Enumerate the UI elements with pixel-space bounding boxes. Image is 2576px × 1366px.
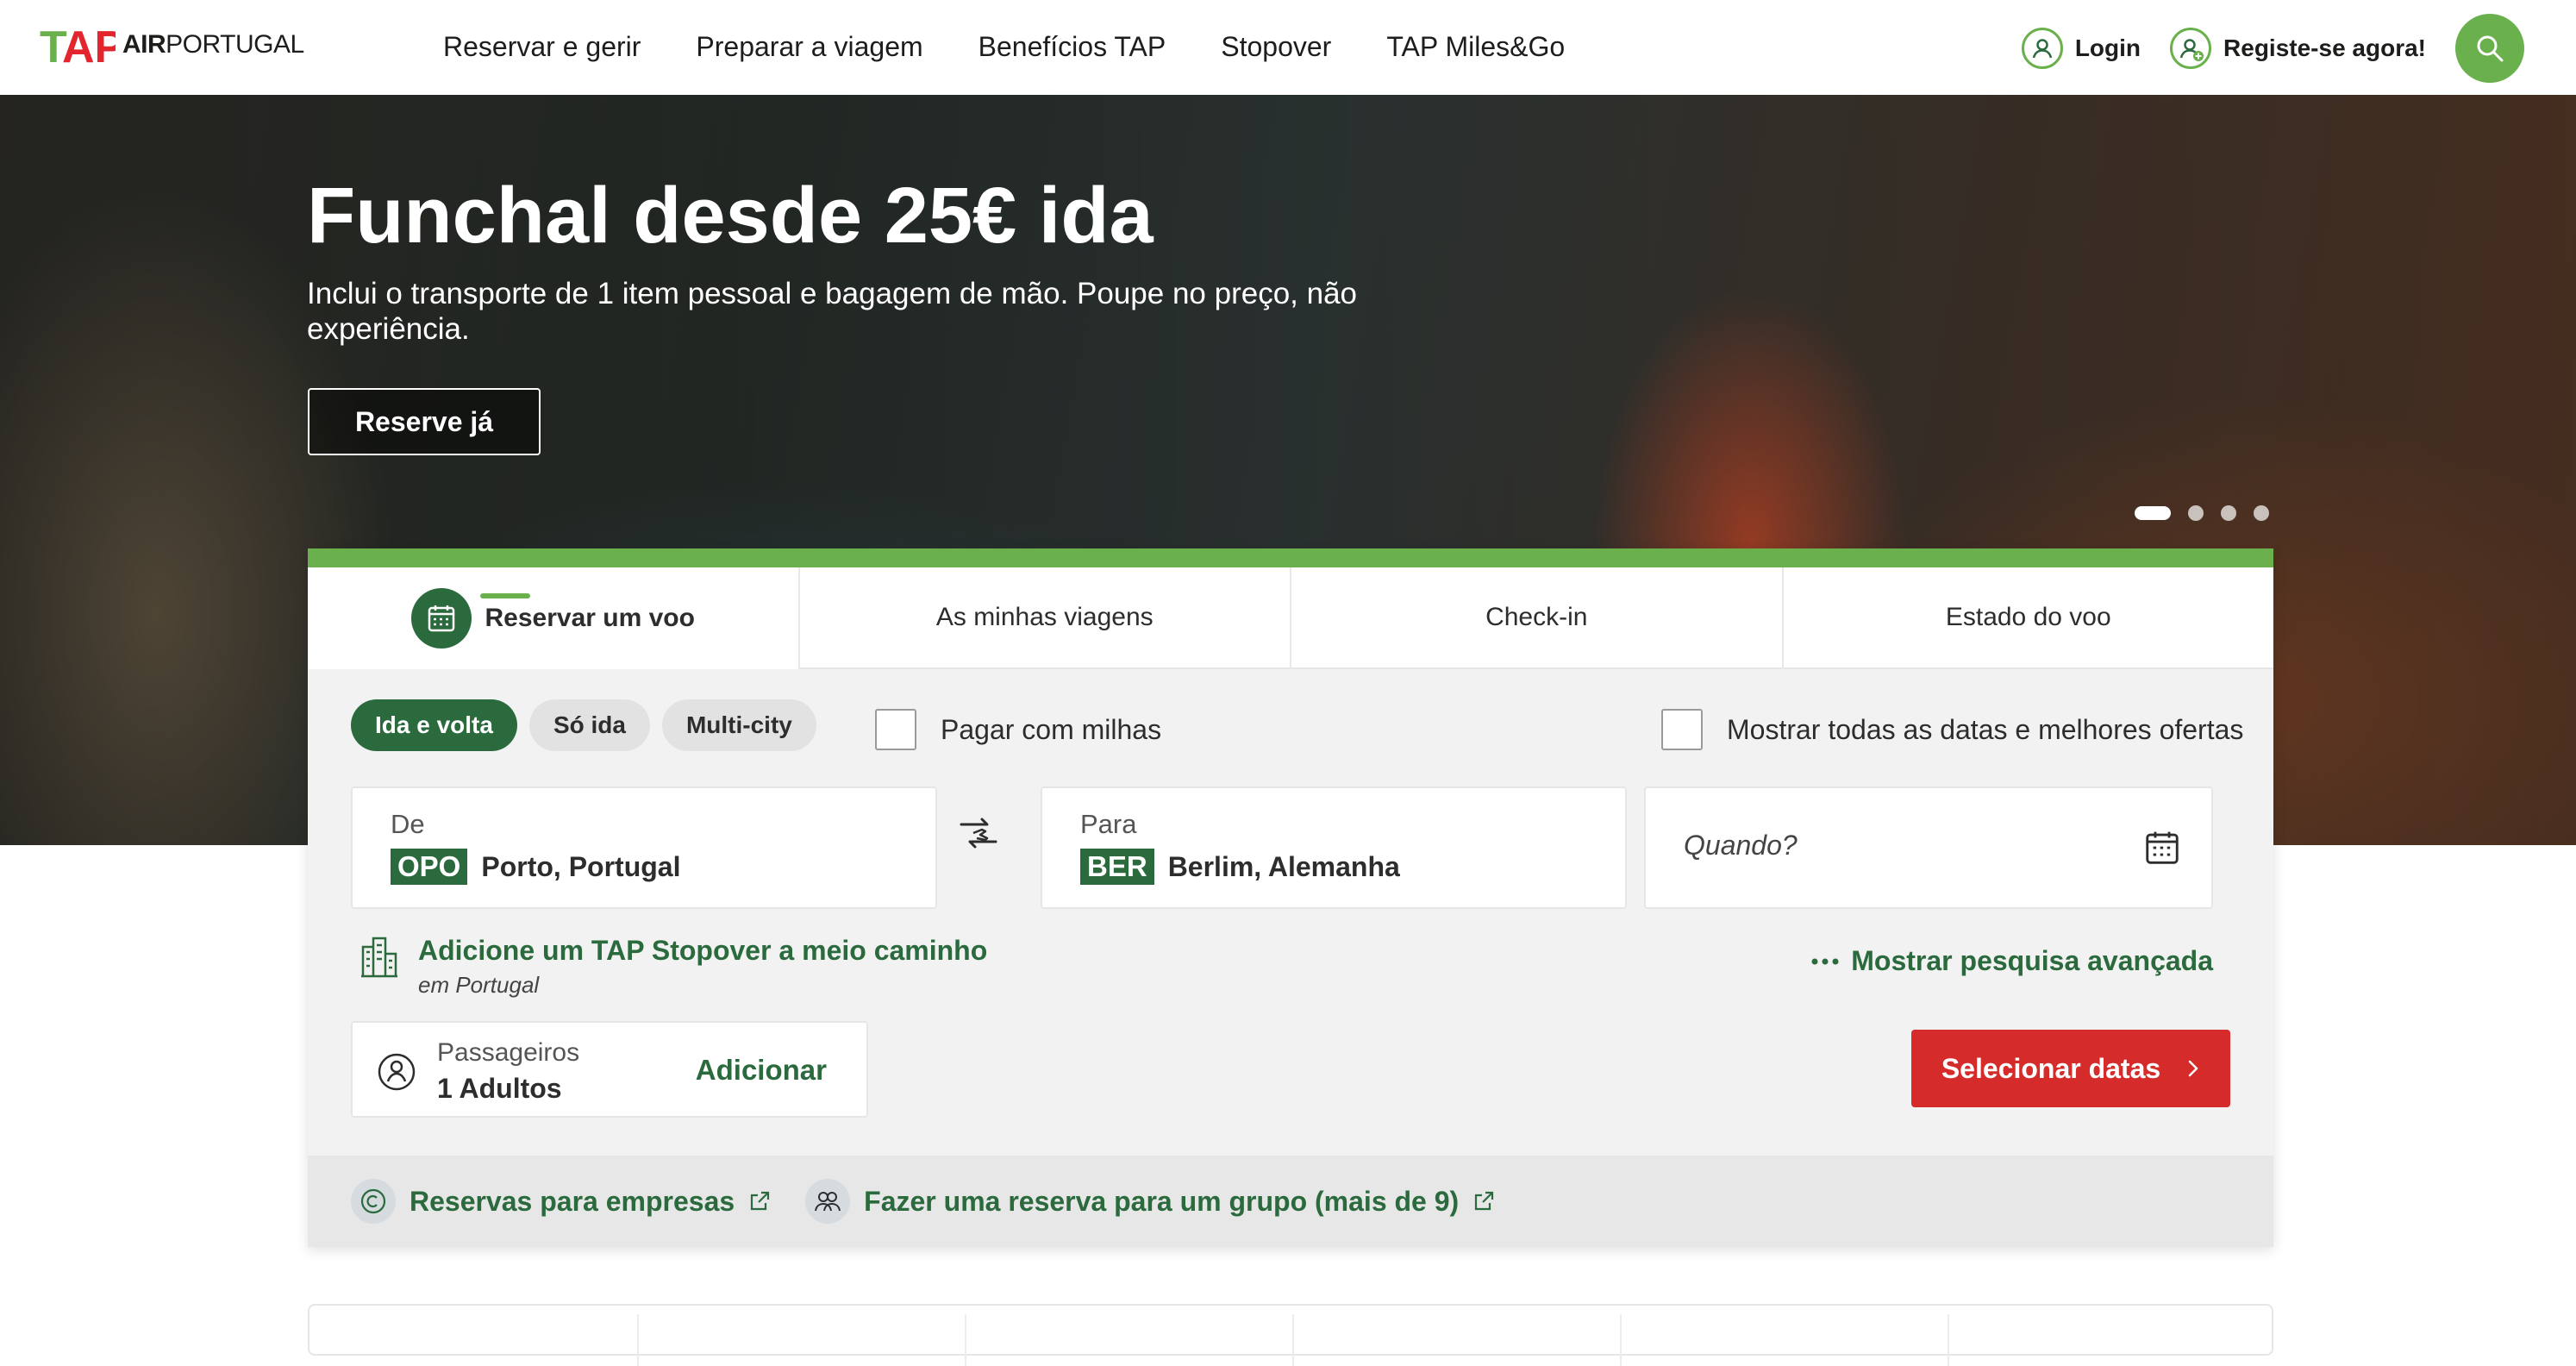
group-booking-label: Fazer uma reserva para um grupo (mais de… <box>864 1185 1460 1217</box>
logo-mark-ap: AP <box>62 22 116 67</box>
passengers-field[interactable]: Passageiros 1 Adultos Adicionar <box>351 1021 868 1118</box>
panel-divider <box>1620 1314 1622 1366</box>
passengers-label: Passageiros <box>437 1038 580 1067</box>
copyright-circle-icon <box>351 1179 396 1224</box>
advanced-search-link[interactable]: Mostrar pesquisa avançada <box>1811 945 2213 977</box>
booking-tabs: Reservar um voo As minhas viagens Check-… <box>308 567 2273 669</box>
site-header: T AP AIRPORTUGAL Reservar e gerir Prepar… <box>0 0 2576 95</box>
nav-item-stopover[interactable]: Stopover <box>1221 24 1331 69</box>
pay-with-miles-label: Pagar com milhas <box>941 713 1162 745</box>
add-stopover-link[interactable]: Adicione um TAP Stopover a meio caminho … <box>360 935 987 999</box>
group-icon <box>805 1179 851 1224</box>
passenger-icon <box>378 1053 416 1091</box>
destination-field[interactable]: Para BER Berlim, Alemanha <box>1041 786 1627 909</box>
search-button[interactable] <box>2455 14 2524 83</box>
search-icon <box>2477 35 2504 62</box>
carousel-dot-4[interactable] <box>2254 505 2269 521</box>
chevron-right-icon <box>2188 1060 2198 1077</box>
booking-footer: Reservas para empresas Fazer uma reserva… <box>308 1156 2273 1247</box>
tab-estado-do-voo[interactable]: Estado do voo <box>1781 567 2273 669</box>
tab-check-in[interactable]: Check-in <box>1290 567 1782 669</box>
tab-label: Reservar um voo <box>485 604 695 632</box>
swap-plane-icon <box>960 818 997 849</box>
active-tab-indicator <box>480 593 530 598</box>
corporate-bookings-link[interactable]: Reservas para empresas <box>351 1179 771 1224</box>
stopover-title: Adicione um TAP Stopover a meio caminho <box>418 935 988 966</box>
origin-airport-code: OPO <box>391 849 468 885</box>
destination-airport-code: BER <box>1080 849 1154 885</box>
select-dates-button[interactable]: Selecionar datas <box>1911 1030 2230 1107</box>
carousel-dot-2[interactable] <box>2188 505 2204 521</box>
tap-logo[interactable]: T AP AIRPORTUGAL <box>40 21 304 69</box>
trip-type-round-trip[interactable]: Ida e volta <box>351 699 517 751</box>
group-booking-link[interactable]: Fazer uma reserva para um grupo (mais de… <box>805 1179 1495 1224</box>
destination-value: BER Berlim, Alemanha <box>1080 849 1400 885</box>
tap-logo-mark: T AP <box>40 22 116 67</box>
date-picker-icon <box>2146 831 2179 864</box>
booking-accent-bar <box>308 548 2273 567</box>
origin-field[interactable]: De OPO Porto, Portugal <box>351 786 937 909</box>
select-dates-label: Selecionar datas <box>1941 1052 2161 1084</box>
register-link[interactable]: Registe-se agora! <box>2170 28 2426 69</box>
nav-item-beneficios-tap[interactable]: Benefícios TAP <box>979 24 1166 69</box>
user-icon <box>2021 28 2063 69</box>
header-actions: Login Registe-se agora! <box>2021 14 2524 83</box>
stopover-text: Adicione um TAP Stopover a meio caminho … <box>418 935 987 999</box>
login-label: Login <box>2074 34 2141 61</box>
more-dots-icon <box>1811 958 1839 964</box>
city-buildings-icon <box>361 937 397 978</box>
show-all-dates-label: Mostrar todas as datas e melhores oferta… <box>1727 713 2244 745</box>
dates-field[interactable]: Quando? <box>1644 786 2213 909</box>
origin-label: De <box>391 809 425 839</box>
advanced-search-label: Mostrar pesquisa avançada <box>1851 945 2213 976</box>
corporate-bookings-label: Reservas para empresas <box>410 1185 735 1217</box>
swap-airports-button[interactable] <box>953 807 1004 859</box>
pay-with-miles-option[interactable]: Pagar com milhas <box>875 709 1161 750</box>
carousel-dot-3[interactable] <box>2221 505 2236 521</box>
show-all-dates-option[interactable]: Mostrar todas as datas e melhores oferta… <box>1661 709 2243 750</box>
panel-divider <box>965 1314 966 1366</box>
calendar-icon <box>410 588 472 649</box>
panel-divider <box>1292 1314 1294 1366</box>
destination-label: Para <box>1080 809 1137 839</box>
tab-as-minhas-viagens[interactable]: As minhas viagens <box>797 567 1290 669</box>
login-link[interactable]: Login <box>2021 28 2141 69</box>
add-passengers-button[interactable]: Adicionar <box>696 1054 827 1087</box>
hero-cta-button[interactable]: Reserve já <box>308 388 541 455</box>
nav-item-miles-and-go[interactable]: TAP Miles&Go <box>1386 24 1565 69</box>
passengers-value: 1 Adultos <box>437 1073 562 1104</box>
hero-title: Funchal desde 25€ ida <box>307 172 1154 260</box>
origin-value: OPO Porto, Portugal <box>391 849 680 885</box>
trip-type-selector: Ida e volta Só ida Multi-city <box>351 699 816 751</box>
destination-city: Berlim, Alemanha <box>1167 850 1400 882</box>
hero-subtitle: Inclui o transporte de 1 item pessoal e … <box>307 277 1358 346</box>
logo-wordmark-light: PORTUGAL <box>166 30 304 59</box>
external-link-icon <box>751 1191 770 1211</box>
carousel-dot-1[interactable] <box>2135 506 2171 520</box>
trip-type-multi-city[interactable]: Multi-city <box>661 699 816 751</box>
panel-divider <box>1948 1314 1949 1366</box>
carousel-dots <box>2135 505 2269 521</box>
dates-placeholder: Quando? <box>1684 830 1798 861</box>
stopover-subtitle: em Portugal <box>418 972 540 998</box>
tab-reservar-um-voo[interactable]: Reservar um voo <box>308 567 798 669</box>
main-nav: Reservar e gerir Preparar a viagem Benef… <box>443 24 1565 69</box>
add-user-icon <box>2170 28 2212 69</box>
trip-type-one-way[interactable]: Só ida <box>528 699 650 751</box>
external-link-icon <box>1475 1191 1494 1211</box>
pay-with-miles-checkbox[interactable] <box>875 709 916 750</box>
nav-item-preparar-a-viagem[interactable]: Preparar a viagem <box>696 24 922 69</box>
below-fold-panel <box>308 1304 2273 1366</box>
origin-city: Porto, Portugal <box>481 850 681 882</box>
booking-widget: Reservar um voo As minhas viagens Check-… <box>308 548 2273 1247</box>
panel-divider <box>637 1314 639 1366</box>
register-label: Registe-se agora! <box>2223 34 2426 61</box>
nav-item-reservar-e-gerir[interactable]: Reservar e gerir <box>443 24 641 69</box>
show-all-dates-checkbox[interactable] <box>1661 709 1703 750</box>
logo-wordmark-bold: AIR <box>122 30 166 59</box>
logo-wordmark: AIRPORTUGAL <box>122 30 304 60</box>
